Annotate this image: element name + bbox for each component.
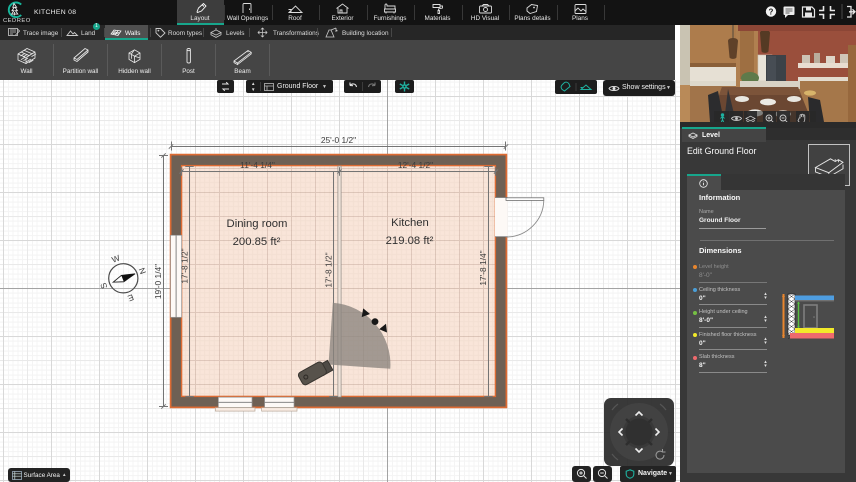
svg-text:17'-8 1/2": 17'-8 1/2" — [179, 248, 189, 283]
svg-text:Dining room: Dining room — [227, 218, 288, 230]
svg-text:E: E — [126, 292, 135, 303]
svg-text:25'-0 1/2": 25'-0 1/2" — [321, 135, 356, 145]
svg-text:19'-0 1/4": 19'-0 1/4" — [153, 264, 163, 299]
svg-text:N: N — [137, 266, 149, 275]
svg-text:W: W — [110, 253, 121, 265]
svg-text:200.85 ft²: 200.85 ft² — [233, 236, 281, 248]
svg-text:11'-4 1/4": 11'-4 1/4" — [240, 160, 275, 170]
svg-text:Kitchen: Kitchen — [391, 217, 429, 229]
svg-text:17'-8 1/2": 17'-8 1/2" — [324, 252, 334, 287]
svg-text:12'-4 1/2": 12'-4 1/2" — [398, 160, 433, 170]
svg-text:?: ? — [769, 8, 774, 17]
svg-text:17'-8 1/4": 17'-8 1/4" — [478, 250, 488, 285]
svg-text:CEDREO: CEDREO — [3, 18, 30, 24]
svg-text:219.08 ft²: 219.08 ft² — [386, 235, 434, 247]
